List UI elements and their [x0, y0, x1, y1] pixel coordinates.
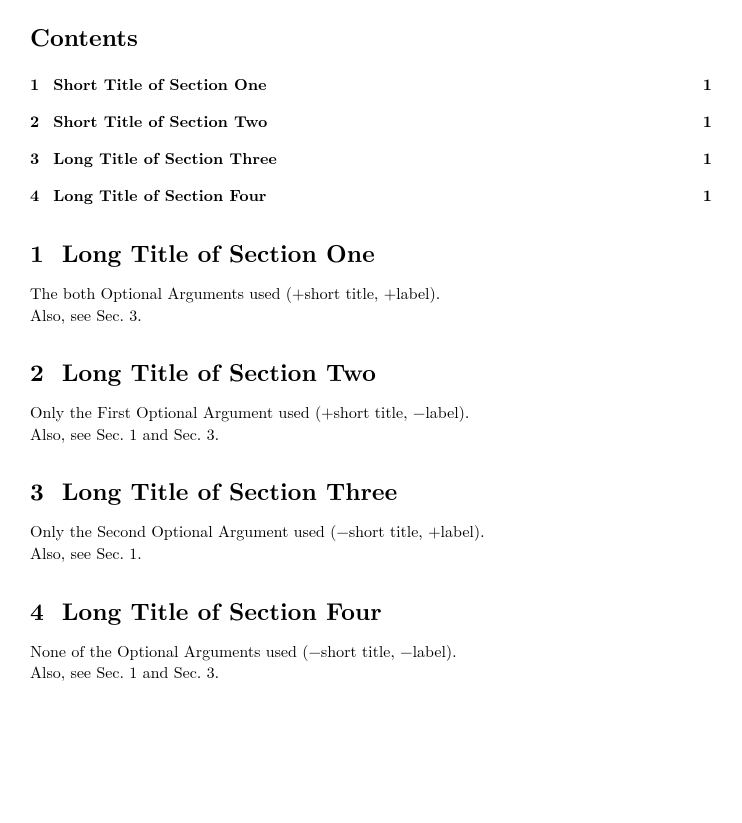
section-body-line: The both Optional Arguments used (+short…: [30, 282, 712, 304]
section-heading: 2 Long Title of Section Two: [30, 355, 712, 389]
toc-entry-title: Short Title of Section One: [53, 72, 266, 95]
toc-entry-num: 3: [30, 146, 39, 169]
section-body-line: Also, see Sec. 1 and Sec. 3.: [30, 423, 712, 445]
toc-entry-page: 1: [703, 146, 712, 169]
section-heading: 1 Long Title of Section One: [30, 236, 712, 270]
section-number: 2: [30, 355, 44, 389]
section-title: Long Title of Section Two: [62, 355, 376, 389]
toc-entry-title: Long Title of Section Three: [53, 146, 277, 169]
section: 1 Long Title of Section One The both Opti…: [30, 236, 712, 325]
toc-entry-num: 4: [30, 183, 39, 206]
toc-entry: 1 Short Title of Section One 1: [30, 72, 712, 95]
section-body-line: Only the First Optional Argument used (+…: [30, 401, 712, 423]
toc-entry-page: 1: [703, 183, 712, 206]
section-body-line: Only the Second Optional Argument used (…: [30, 520, 712, 542]
section-title: Long Title of Section Three: [62, 474, 397, 508]
section-heading: 3 Long Title of Section Three: [30, 474, 712, 508]
section-heading: 4 Long Title of Section Four: [30, 594, 712, 628]
section-body-line: Also, see Sec. 1 and Sec. 3.: [30, 661, 712, 683]
toc-entry-title: Short Title of Section Two: [53, 109, 267, 132]
toc-entry-title: Long Title of Section Four: [53, 183, 266, 206]
section-number: 1: [30, 236, 44, 270]
section-body-line: Also, see Sec. 3.: [30, 304, 712, 326]
toc-entry: 3 Long Title of Section Three 1: [30, 146, 712, 169]
toc-entry-page: 1: [703, 109, 712, 132]
section: 2 Long Title of Section Two Only the Firs…: [30, 355, 712, 444]
toc-entry-page: 1: [703, 72, 712, 95]
toc-entry-num: 2: [30, 109, 39, 132]
section-body-line: None of the Optional Arguments used (−sh…: [30, 640, 712, 662]
section: 4 Long Title of Section Four None of the …: [30, 594, 712, 683]
toc-entry: 4 Long Title of Section Four 1: [30, 183, 712, 206]
toc-entry-num: 1: [30, 72, 39, 95]
toc-entry: 2 Short Title of Section Two 1: [30, 109, 712, 132]
section-number: 3: [30, 474, 44, 508]
section: 3 Long Title of Section Three Only the Se…: [30, 474, 712, 563]
section-title: Long Title of Section Four: [62, 594, 382, 628]
section-body-line: Also, see Sec. 1.: [30, 542, 712, 564]
toc-title: Contents: [30, 20, 712, 54]
section-title: Long Title of Section One: [62, 236, 375, 270]
section-number: 4: [30, 594, 44, 628]
